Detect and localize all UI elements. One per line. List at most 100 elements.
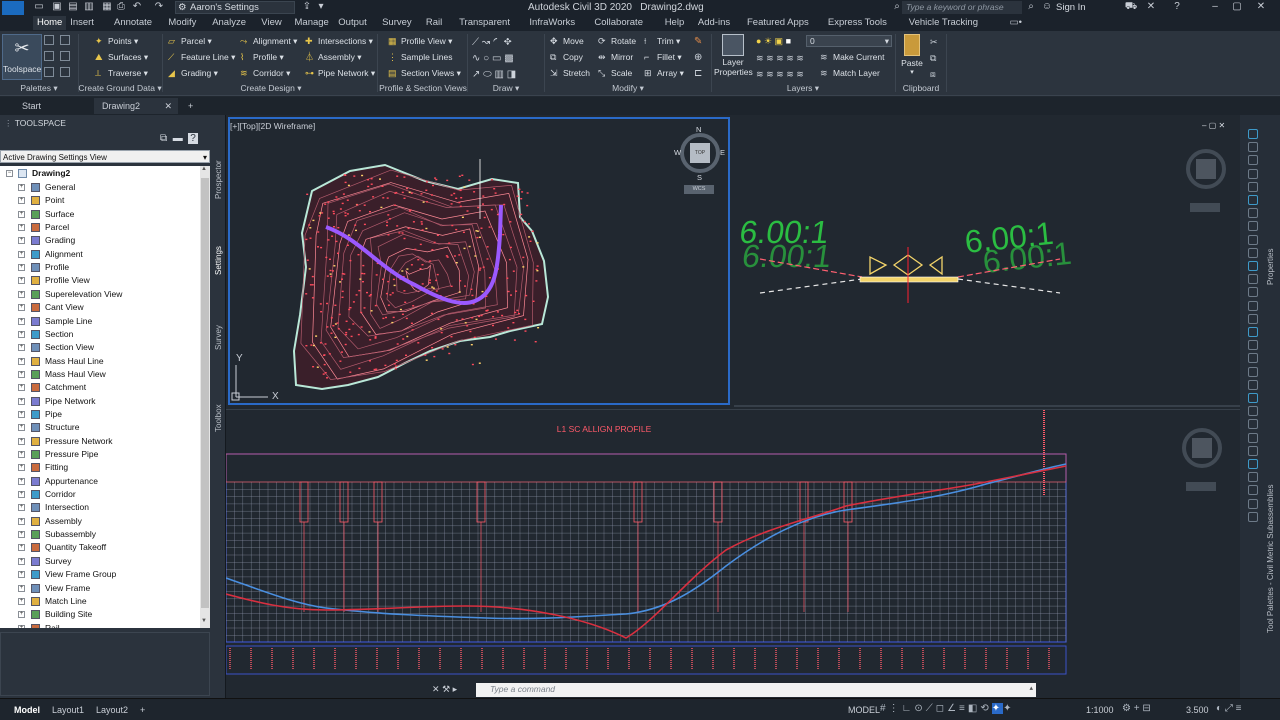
user-icon[interactable]: ☺ [1040,1,1054,13]
subassembly-tool-icon[interactable] [1248,313,1258,324]
scale-button[interactable]: ⤡ Scale [598,66,632,80]
assembly-button[interactable]: ⏃ Assembly ▾ [305,50,361,64]
saveas-icon[interactable]: ▥ [82,1,96,13]
tree-item-mass-haul-line[interactable]: + Mass Haul Line [0,355,200,368]
command-input[interactable]: Type a command ▴ [476,683,1036,697]
assembly-viewport[interactable]: – ▢ ✕ 6.00:1 6.00:1 6.00:1 6.00:1 [734,117,1240,407]
wcs-menu[interactable]: WCS [684,185,714,194]
subassembly-tool-icon[interactable] [1248,459,1258,469]
view-selector-dropdown[interactable]: Active Drawing Settings View ▾ [0,150,210,163]
rotate-button[interactable]: ⟳ Rotate [598,34,636,48]
polyline-icon[interactable]: ↝ [482,37,490,48]
tree-item-pressure-network[interactable]: + Pressure Network [0,435,200,448]
expand-icon[interactable]: + [18,544,25,552]
workspace-select[interactable]: ⚙ Aaron's Settings [175,1,295,14]
subassembly-tool-icon[interactable] [1248,406,1258,417]
draw-title[interactable]: Draw ▾ [470,83,542,95]
tree-item-profile[interactable]: + Profile [0,261,200,274]
tree-item-assembly[interactable]: + Assembly [0,515,200,528]
viewcube-face[interactable] [1196,159,1216,179]
layer-iso-icon[interactable]: ≋ [756,53,764,63]
layer-lock-icon[interactable]: ≋ [756,69,764,79]
expand-icon[interactable]: + [18,611,25,619]
corridor-button[interactable]: ≋ Corridor ▾ [240,66,290,80]
subassembly-tool-icon[interactable] [1248,340,1258,351]
tool-palette-title[interactable]: Tool Palettes - Civil Metric Subassembli… [1266,483,1278,634]
ray-icon[interactable]: ↗ [472,69,480,80]
tab-help[interactable]: Help [661,16,689,30]
expand-icon[interactable]: + [18,237,25,245]
layers-icon[interactable] [60,67,70,77]
expand-icon[interactable]: + [18,250,25,258]
arc-icon[interactable]: ◜ [493,37,501,48]
undo-icon[interactable]: ↶ [130,1,144,13]
tab-model[interactable]: Model [8,702,46,718]
clipboard-title[interactable]: Clipboard [896,83,946,95]
transparency-icon[interactable]: ◧ [968,703,980,714]
expand-icon[interactable]: + [18,264,25,272]
profile-section-title[interactable]: Profile & Section Views [378,83,468,95]
scroll-up-icon[interactable]: ▲ [201,166,207,172]
side-tab-toolbox[interactable]: Toolbox [214,400,226,432]
subassembly-tool-icon[interactable] [1248,287,1258,298]
search-input[interactable]: Type a keyword or phrase [902,1,1022,14]
expand-icon[interactable]: + [18,531,25,539]
tab-manage[interactable]: Manage [291,16,333,30]
chevron-icon[interactable]: ▸ [453,684,458,694]
surfaces-button[interactable]: ⛰ Surfaces ▾ [95,50,148,64]
mirror-button[interactable]: ⇹ Mirror [598,50,633,64]
expand-icon[interactable]: + [18,197,25,205]
tab-start[interactable]: Start [14,98,49,114]
tab-transparent[interactable]: Transparent [455,16,514,30]
open-icon[interactable]: ▣ [50,1,64,13]
move-button[interactable]: ✥ Move [550,34,584,48]
tree-item-point[interactable]: + Point [0,194,200,207]
tree-item-survey[interactable]: + Survey [0,555,200,568]
selection-cycle-icon[interactable]: ⟲ [980,703,991,714]
tree-item-rail[interactable]: + Rail [0,622,200,628]
new-tab-button[interactable]: + [180,98,201,114]
move-vertex-icon[interactable]: ✥ [504,37,512,48]
line-icon[interactable]: ⟋ [472,37,479,48]
annotation-visibility-icon[interactable]: ✦ [991,703,1004,714]
subassembly-tool-icon[interactable] [1248,261,1258,271]
layer-freeze-icon[interactable]: ≋ [776,53,784,63]
minimize-icon[interactable]: – [1208,1,1222,13]
subassembly-tool-icon[interactable] [1248,181,1258,192]
erase-icon[interactable]: ✎ [694,36,702,47]
section-views-button[interactable]: ▤ Section Views ▾ [388,66,461,80]
layer-unlock-icon[interactable]: ≋ [766,69,774,79]
layers-title[interactable]: Layers ▾ [712,83,894,95]
tree-item-quantity-takeoff[interactable]: + Quantity Takeoff [0,541,200,554]
close-tab-icon[interactable]: ✕ [164,98,172,114]
plan-viewport[interactable]: [+][Top][2D Wireframe] Y X TOP N E S W W… [228,117,730,405]
print-icon[interactable]: ⎙ [114,1,128,13]
add-layout-button[interactable]: + [134,702,151,718]
settings-icon[interactable] [60,35,70,45]
tree-item-appurtenance[interactable]: + Appurtenance [0,475,200,488]
autoscale-icon[interactable]: ✦ [1003,703,1014,714]
tree-item-mass-haul-view[interactable]: + Mass Haul View [0,368,200,381]
item-view-icon[interactable]: ▬ [173,133,183,144]
expand-icon[interactable]: ⧉ [160,133,167,144]
expand-icon[interactable]: + [18,210,25,218]
tab-modify[interactable]: Modify [164,16,200,30]
redo-icon[interactable]: ↷ [152,1,166,13]
viewcube-face[interactable] [1192,438,1212,458]
gradient-icon[interactable]: ▥ [495,69,504,80]
subassembly-tool-icon[interactable] [1248,274,1258,285]
subassembly-tool-icon[interactable] [1248,142,1258,153]
expand-icon[interactable]: + [18,277,25,285]
expand-icon[interactable]: + [18,344,25,352]
restore-icon[interactable]: ▢ [1230,1,1244,13]
viewcube[interactable]: TOP N E S W WCS [674,125,725,197]
circle-icon[interactable]: ○ [483,53,489,64]
tree-item-superelevation-view[interactable]: + Superelevation View [0,288,200,301]
layer-on-icon[interactable]: ≋ [796,53,804,63]
ribbon-options-icon[interactable]: ▭• [1006,16,1026,30]
expand-icon[interactable]: + [18,624,25,628]
tree-item-catchment[interactable]: + Catchment [0,381,200,394]
tree-item-fitting[interactable]: + Fitting [0,461,200,474]
tab-collaborate[interactable]: Collaborate [590,16,647,30]
array-button[interactable]: ⊞ Array ▾ [644,66,684,80]
